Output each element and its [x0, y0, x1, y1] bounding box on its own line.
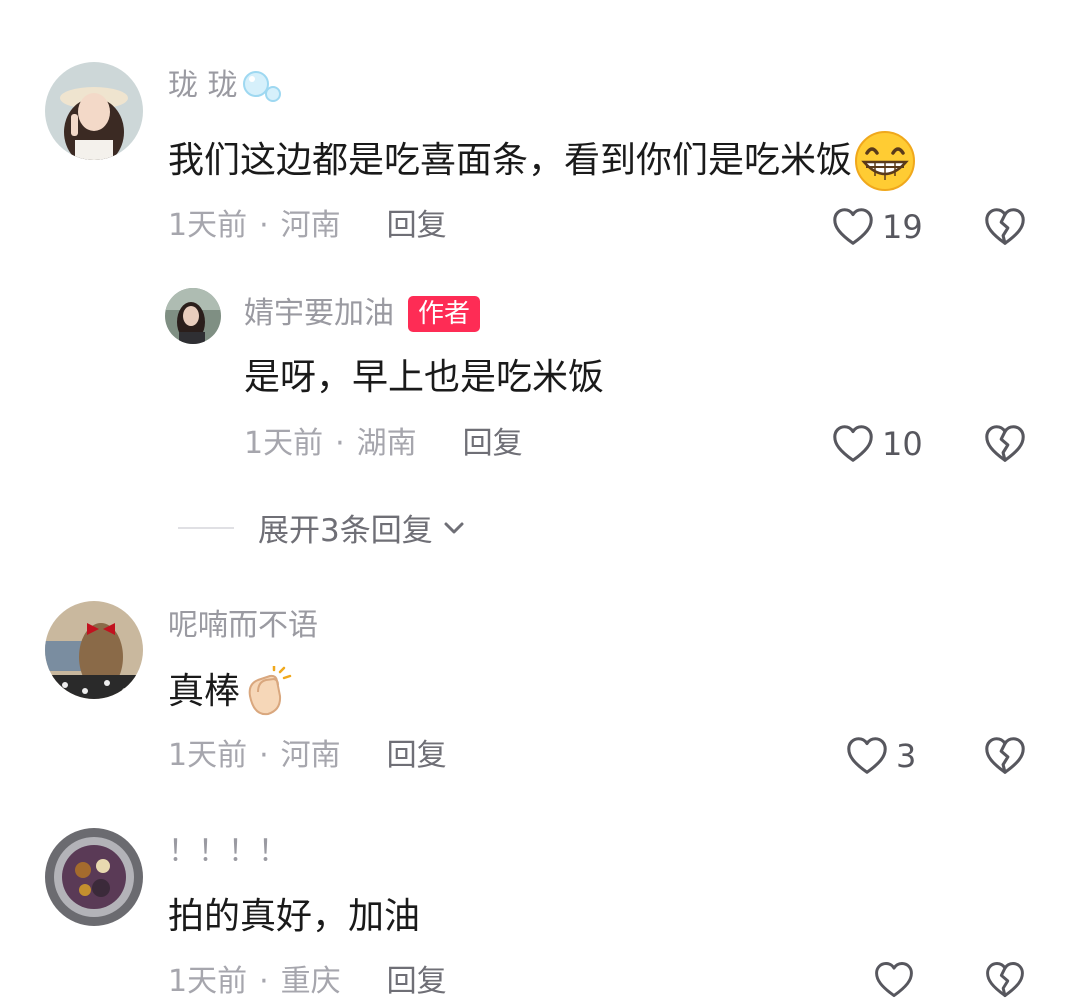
grin-emoji-icon: [855, 131, 916, 191]
heart-icon: [844, 733, 890, 779]
heart-icon: [830, 421, 876, 467]
broken-heart-icon: [982, 204, 1028, 250]
avatar[interactable]: [45, 62, 143, 160]
comment-username[interactable]: 呢喃而不语: [168, 606, 318, 646]
expand-replies-button[interactable]: 展开3条回复: [178, 505, 469, 550]
like-count: 19: [882, 208, 923, 246]
avatar-image-icon: [45, 62, 143, 160]
like-count: 10: [882, 425, 923, 463]
broken-heart-icon: [982, 733, 1028, 779]
reply-button[interactable]: 回复: [387, 206, 447, 246]
reply-button[interactable]: 回复: [387, 736, 447, 776]
comment-text: 我们这边都是吃喜面条，看到你们是吃米饭: [168, 140, 853, 181]
chevron-down-icon: [444, 522, 464, 533]
reply-button[interactable]: 回复: [463, 424, 523, 464]
like-button[interactable]: 10: [830, 421, 923, 467]
comment-location: 河南: [280, 208, 341, 243]
expand-replies-label: 展开3条回复: [258, 513, 433, 549]
meta-separator: ·: [259, 738, 269, 773]
avatar[interactable]: [45, 828, 143, 926]
broken-heart-icon: [982, 421, 1028, 467]
comment-location: 重庆: [280, 964, 341, 999]
meta-separator: ·: [259, 964, 269, 999]
reply-location: 湖南: [356, 426, 417, 461]
avatar-image-icon: [45, 601, 143, 699]
meta-separator: ·: [335, 426, 345, 461]
comment-time: 1天前: [168, 208, 248, 243]
comment-time: 1天前: [168, 738, 248, 773]
like-count: 3: [896, 737, 917, 775]
dislike-button[interactable]: [982, 958, 1028, 1006]
avatar-image-icon: [45, 828, 143, 926]
reply-text: 是呀，早上也是吃米饭: [244, 357, 605, 398]
like-button[interactable]: 3: [844, 733, 916, 779]
like-button[interactable]: 19: [830, 204, 923, 250]
broken-heart-icon: [982, 958, 1028, 1002]
avatar-image-icon: [165, 288, 221, 344]
clapping-hands-emoji-icon: [248, 666, 292, 716]
avatar[interactable]: [45, 601, 143, 699]
comment-text: 真棒: [168, 671, 241, 712]
comment-location: 河南: [280, 738, 341, 773]
dislike-button[interactable]: [982, 421, 1028, 471]
divider-line: [178, 526, 234, 529]
heart-icon: [871, 958, 917, 1002]
dislike-button[interactable]: [982, 204, 1028, 254]
comment-username[interactable]: ！！！！: [168, 832, 288, 872]
heart-icon: [830, 204, 876, 250]
reply-username[interactable]: 婧宇要加油: [244, 294, 394, 334]
dislike-button[interactable]: [982, 733, 1028, 783]
like-button[interactable]: [871, 958, 917, 1002]
reply-time: 1天前: [244, 426, 324, 461]
author-badge: 作者: [408, 296, 481, 332]
comment-text: 拍的真好，加油: [168, 896, 421, 937]
bubbles-emoji-icon: [242, 71, 281, 102]
reply-avatar[interactable]: [165, 288, 221, 344]
comment-username[interactable]: 珑 珑: [168, 66, 238, 106]
meta-separator: ·: [259, 208, 269, 243]
reply-button[interactable]: 回复: [387, 962, 447, 1002]
comment-time: 1天前: [168, 964, 248, 999]
